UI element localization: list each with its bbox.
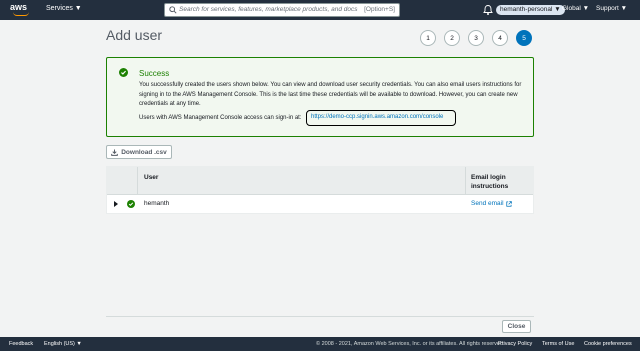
download-csv-label: Download .csv — [121, 148, 167, 156]
step-1[interactable]: 1 — [420, 30, 436, 46]
column-divider — [465, 167, 466, 195]
signin-url-link[interactable]: https://demo-ccp.signin.aws.amazon.com/c… — [311, 114, 443, 120]
page-title: Add user — [106, 27, 163, 43]
users-table: User Email login instructions hemanth Se… — [106, 166, 534, 214]
send-email-label: Send email — [471, 200, 504, 207]
column-header-email: Email login instructions — [471, 174, 509, 190]
cookie-preferences-link[interactable]: Cookie preferences — [584, 341, 632, 347]
search-icon — [169, 6, 177, 14]
download-csv-button[interactable]: Download .csv — [106, 145, 172, 159]
search-placeholder: Search for services, features, marketpla… — [179, 6, 358, 13]
step-5: 5 — [516, 30, 532, 46]
close-button[interactable]: Close — [502, 320, 531, 333]
close-label: Close — [507, 323, 526, 330]
language-selector[interactable]: English (US) ▼ — [44, 341, 82, 347]
aws-logo[interactable]: aws — [10, 2, 36, 18]
step-4[interactable]: 4 — [492, 30, 508, 46]
region-menu[interactable]: Global ▼ — [562, 5, 589, 12]
search-shortcut: [Option+S] — [364, 6, 395, 13]
status-success-icon — [127, 200, 135, 208]
success-check-icon — [119, 68, 128, 77]
success-message: You successfully created the users shown… — [139, 82, 522, 107]
aws-logo-text: aws — [10, 2, 28, 12]
top-nav: aws Services ▼ Search for services, feat… — [0, 0, 640, 20]
account-menu[interactable]: hemanth-personal ▼ — [496, 5, 565, 15]
expand-row-icon[interactable] — [114, 201, 118, 207]
success-heading: Success — [139, 69, 170, 78]
copyright-text: © 2008 - 2021, Amazon Web Services, Inc.… — [316, 341, 505, 347]
signin-text: Users with AWS Management Console access… — [139, 115, 302, 121]
search-input[interactable]: Search for services, features, marketpla… — [164, 3, 400, 17]
wizard-steps: 1 2 3 4 5 — [420, 30, 532, 46]
step-2[interactable]: 2 — [444, 30, 460, 46]
aws-smile-icon — [13, 12, 29, 16]
success-alert: Success You successfully created the use… — [106, 57, 534, 137]
privacy-policy-link[interactable]: Privacy Policy — [498, 341, 532, 347]
page-footer: Feedback English (US) ▼ © 2008 - 2021, A… — [0, 337, 640, 351]
footer-divider — [106, 316, 534, 317]
column-divider — [137, 167, 138, 195]
signin-url-highlight: https://demo-ccp.signin.aws.amazon.com/c… — [306, 110, 456, 126]
services-menu[interactable]: Services ▼ — [46, 5, 82, 12]
terms-of-use-link[interactable]: Terms of Use — [542, 341, 574, 347]
table-row: hemanth Send email — [107, 196, 533, 214]
column-header-user: User — [144, 174, 159, 181]
feedback-link[interactable]: Feedback — [9, 341, 33, 347]
step-3[interactable]: 3 — [468, 30, 484, 46]
support-menu[interactable]: Support ▼ — [596, 5, 627, 12]
external-link-icon — [505, 200, 512, 207]
bell-icon[interactable] — [482, 4, 494, 16]
download-icon — [111, 148, 119, 156]
send-email-link[interactable]: Send email — [471, 200, 512, 207]
table-header: User Email login instructions — [107, 167, 533, 195]
user-name-cell: hemanth — [144, 200, 170, 207]
